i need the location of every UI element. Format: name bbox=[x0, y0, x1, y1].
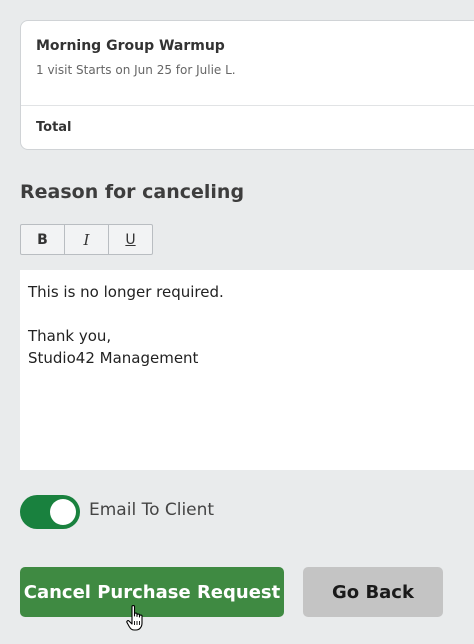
italic-button[interactable]: I bbox=[65, 225, 109, 254]
underline-button[interactable]: U bbox=[109, 225, 152, 254]
email-client-label: Email To Client bbox=[89, 500, 215, 520]
order-summary-card: Morning Group Warmup 1 visit Starts on J… bbox=[20, 20, 474, 150]
item-subtitle: 1 visit Starts on Jun 25 for Julie L. bbox=[36, 63, 236, 77]
hand-pointer-icon bbox=[126, 604, 143, 631]
go-back-button[interactable]: Go Back bbox=[303, 567, 443, 617]
email-client-toggle[interactable] bbox=[20, 495, 80, 529]
item-title: Morning Group Warmup bbox=[36, 38, 225, 54]
cancel-purchase-page: Morning Group Warmup 1 visit Starts on J… bbox=[0, 0, 474, 644]
reason-text-editor[interactable]: This is no longer required. Thank you, S… bbox=[20, 270, 474, 470]
total-label: Total bbox=[36, 120, 72, 135]
toggle-knob bbox=[50, 499, 76, 525]
card-divider bbox=[21, 105, 474, 106]
bold-button[interactable]: B bbox=[21, 225, 65, 254]
formatting-toolbar: B I U bbox=[20, 224, 153, 255]
reason-heading: Reason for canceling bbox=[20, 181, 245, 203]
cancel-purchase-request-button[interactable]: Cancel Purchase Request bbox=[20, 567, 284, 617]
